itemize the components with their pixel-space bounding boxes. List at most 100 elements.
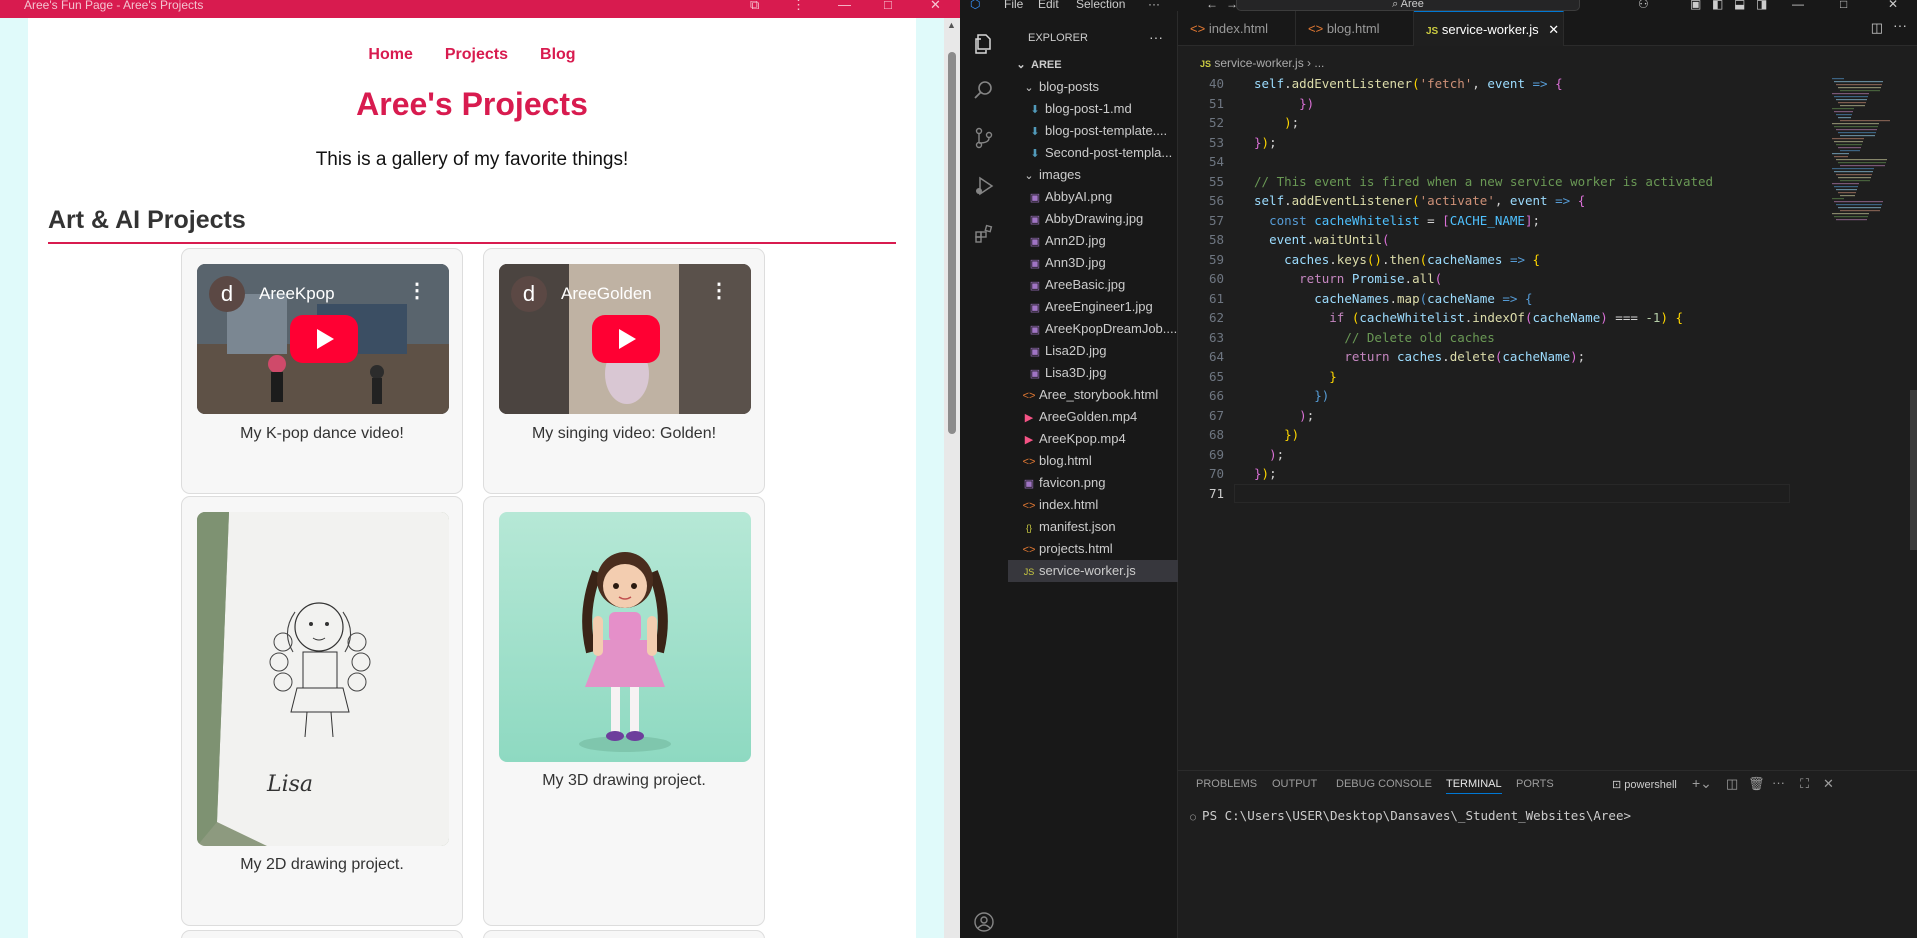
minimize-icon[interactable]: — xyxy=(838,0,851,11)
tab-index-html[interactable]: <> index.html xyxy=(1178,11,1296,46)
tree-file[interactable]: ▣ Ann2D.jpg xyxy=(1008,230,1178,252)
panel-tab-output[interactable]: OUTPUT xyxy=(1272,778,1317,790)
code-editor[interactable]: 40 self.addEventListener('fetch', event =… xyxy=(1178,76,1790,503)
tree-item-label: Ann2D.jpg xyxy=(1045,233,1106,248)
tree-file[interactable]: ⬇ blog-post-template.... xyxy=(1008,120,1178,142)
panel-tab-problems[interactable]: PROBLEMS xyxy=(1196,778,1257,790)
menu-edit[interactable]: Edit xyxy=(1038,0,1059,10)
minimap[interactable] xyxy=(1830,76,1900,226)
tree-file[interactable]: ▣ Lisa3D.jpg xyxy=(1008,362,1178,384)
editor-scrollbar[interactable] xyxy=(1910,390,1917,550)
close-tab-icon[interactable]: ✕ xyxy=(1548,22,1559,37)
more-icon[interactable]: ⋮ xyxy=(792,0,805,11)
panel-tab-debug-console[interactable]: DEBUG CONSOLE xyxy=(1336,778,1432,790)
back-arrow-icon[interactable]: ← xyxy=(1206,0,1218,10)
tree-file[interactable]: ▣ AbbyAI.png xyxy=(1008,186,1178,208)
maximize-icon[interactable]: □ xyxy=(1840,0,1847,10)
source-control-icon[interactable] xyxy=(973,127,995,149)
tree-file[interactable]: <> index.html xyxy=(1008,494,1178,516)
tree-file[interactable]: ▣ AreeBasic.jpg xyxy=(1008,274,1178,296)
tree-item-label: Aree_storybook.html xyxy=(1039,387,1159,402)
layout-icon[interactable]: ▣ xyxy=(1690,0,1701,10)
tree-file[interactable]: ▣ Ann3D.jpg xyxy=(1008,252,1178,274)
tree-file[interactable]: <> Aree_storybook.html xyxy=(1008,384,1178,406)
tab-service-worker-js[interactable]: JS service-worker.js ✕ xyxy=(1414,11,1564,46)
run-debug-icon[interactable] xyxy=(973,175,995,197)
tree-file[interactable]: ⬇ blog-post-1.md xyxy=(1008,98,1178,120)
panel-more-icon[interactable]: ··· xyxy=(1772,775,1785,790)
menu-file[interactable]: File xyxy=(1004,0,1023,10)
account-icon[interactable] xyxy=(973,911,995,933)
close-icon[interactable]: ✕ xyxy=(1888,0,1898,10)
tree-file[interactable]: ▣ AbbyDrawing.jpg xyxy=(1008,208,1178,230)
breadcrumb-file[interactable]: service-worker.js xyxy=(1214,56,1303,70)
tree-folder[interactable]: ⌄ blog-posts xyxy=(1008,76,1178,98)
tree-file[interactable]: ▣ AreeEngineer1.jpg xyxy=(1008,296,1178,318)
play-button-icon[interactable] xyxy=(290,315,358,363)
scrollbar-thumb[interactable] xyxy=(948,52,956,434)
minimize-icon[interactable]: — xyxy=(1792,0,1804,10)
toggle-panel-icon[interactable]: ⬓ xyxy=(1734,0,1745,10)
video-title[interactable]: AreeGolden xyxy=(561,284,652,304)
copilot-icon[interactable]: ⚇ xyxy=(1638,0,1649,10)
tree-file[interactable]: JS service-worker.js xyxy=(1008,560,1178,582)
video-player-kpop[interactable]: d AreeKpop ⋮ xyxy=(197,264,449,414)
tree-item-label: AbbyAI.png xyxy=(1045,189,1113,204)
line-number: 56 xyxy=(1208,193,1224,208)
tree-file[interactable]: {} manifest.json xyxy=(1008,516,1178,538)
nav-home[interactable]: Home xyxy=(368,46,412,63)
terminal-shell-selector[interactable]: ⊡ powershell xyxy=(1612,778,1677,791)
split-terminal-icon[interactable]: ◫ xyxy=(1726,776,1738,792)
menu-selection[interactable]: Selection xyxy=(1076,0,1125,10)
close-icon[interactable]: ✕ xyxy=(930,0,941,11)
nav-blog[interactable]: Blog xyxy=(540,46,576,63)
channel-avatar[interactable]: d xyxy=(209,276,245,312)
explorer-icon[interactable] xyxy=(973,33,995,55)
tree-file[interactable]: ▣ favicon.png xyxy=(1008,472,1178,494)
tree-file[interactable]: ▣ AreeKpopDreamJob.... xyxy=(1008,318,1178,340)
toggle-secondary-sidebar-icon[interactable]: ◨ xyxy=(1756,0,1767,10)
panel-tab-terminal[interactable]: TERMINAL xyxy=(1446,778,1502,794)
line-number: 58 xyxy=(1208,232,1224,247)
extensions-icon[interactable] xyxy=(973,223,995,245)
extensions-icon[interactable]: ⧉ xyxy=(750,0,759,11)
tree-file[interactable]: ▣ Lisa2D.jpg xyxy=(1008,340,1178,362)
tree-item-label: AbbyDrawing.jpg xyxy=(1045,211,1144,226)
chevron-down-icon: ⌄ xyxy=(1024,170,1034,182)
img-file-icon: ▣ xyxy=(1029,302,1041,314)
video-player-golden[interactable]: d AreeGolden ⋮ xyxy=(499,264,751,414)
tree-item-label: Second-post-templa... xyxy=(1045,145,1173,160)
maximize-panel-icon[interactable]: ⛶ xyxy=(1800,776,1809,792)
video-menu-icon[interactable]: ⋮ xyxy=(407,278,427,303)
play-button-icon[interactable] xyxy=(592,315,660,363)
split-editor-icon[interactable]: ◫ xyxy=(1871,20,1883,36)
tree-file[interactable]: ▶ AreeGolden.mp4 xyxy=(1008,406,1178,428)
video-menu-icon[interactable]: ⋮ xyxy=(709,278,729,303)
tab-blog-html[interactable]: <> blog.html xyxy=(1296,11,1414,46)
video-title[interactable]: AreeKpop xyxy=(259,284,335,304)
tree-file[interactable]: ▶ AreeKpop.mp4 xyxy=(1008,428,1178,450)
kill-terminal-icon[interactable]: 🗑 xyxy=(1748,776,1765,792)
scroll-up-icon[interactable]: ▲ xyxy=(947,20,956,30)
search-icon[interactable] xyxy=(973,79,995,101)
tree-folder[interactable]: ⌄ images xyxy=(1008,164,1178,186)
menu-more[interactable]: ··· xyxy=(1148,0,1160,10)
page-scrollbar[interactable]: ▲ xyxy=(944,18,960,938)
maximize-icon[interactable]: □ xyxy=(884,0,892,11)
new-terminal-icon[interactable]: +⌄ xyxy=(1692,775,1712,792)
editor-more-icon[interactable]: ··· xyxy=(1893,17,1907,33)
explorer-more-icon[interactable]: ··· xyxy=(1149,29,1163,45)
terminal[interactable]: ○ PS C:\Users\USER\Desktop\Dansaves\_Stu… xyxy=(1190,808,1631,823)
panel-tab-ports[interactable]: PORTS xyxy=(1516,778,1554,790)
tree-file[interactable]: <> blog.html xyxy=(1008,450,1178,472)
workspace-root[interactable]: ⌄ AREE xyxy=(1008,54,1178,76)
tree-file[interactable]: <> projects.html xyxy=(1008,538,1178,560)
drawing-photo xyxy=(197,512,449,846)
tree-file[interactable]: ⬇ Second-post-templa... xyxy=(1008,142,1178,164)
close-panel-icon[interactable]: ✕ xyxy=(1823,776,1834,792)
command-center-search[interactable]: ⌕ Aree xyxy=(1236,0,1580,11)
toggle-sidebar-icon[interactable]: ◧ xyxy=(1712,0,1723,10)
breadcrumb-symbol[interactable]: ... xyxy=(1314,56,1324,70)
nav-projects[interactable]: Projects xyxy=(445,46,508,63)
channel-avatar[interactable]: d xyxy=(511,276,547,312)
